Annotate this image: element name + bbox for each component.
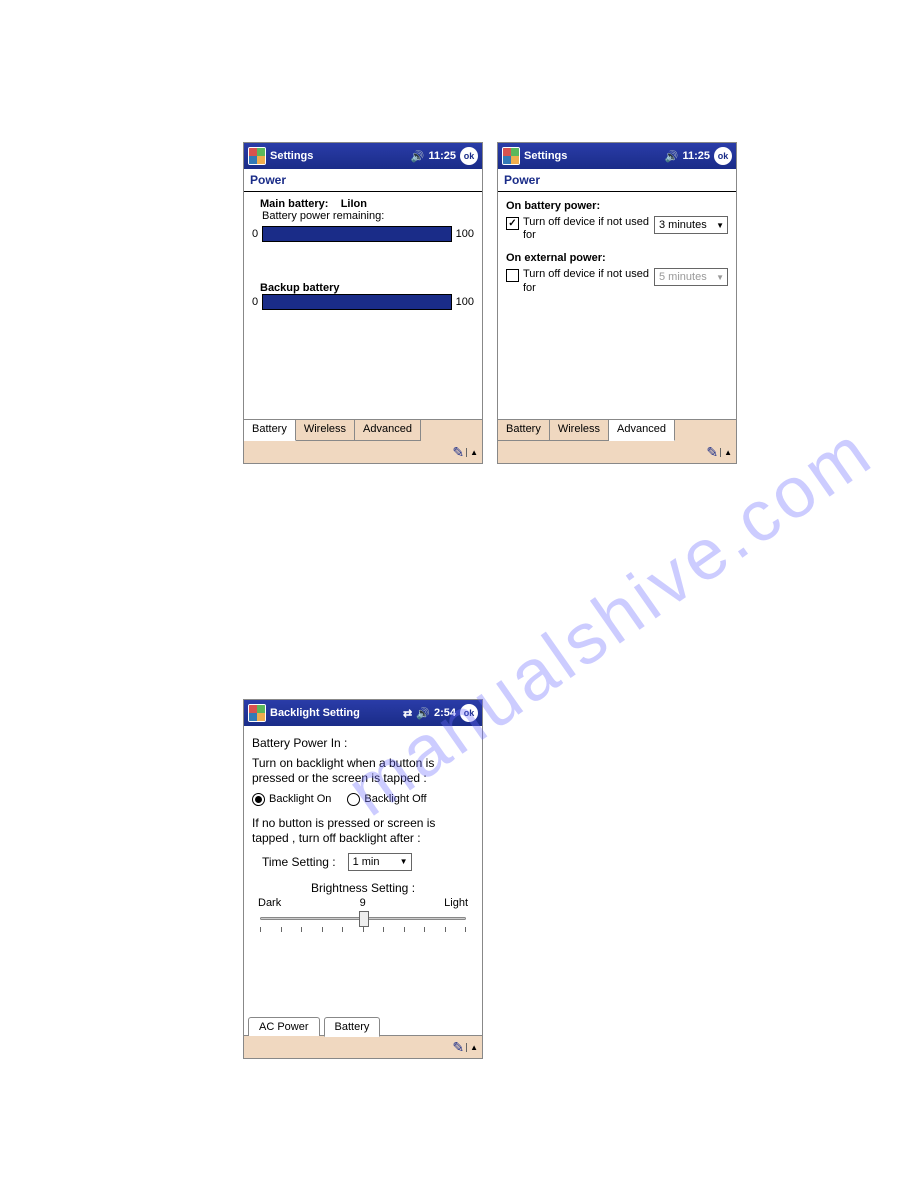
brightness-dark-label: Dark bbox=[258, 897, 281, 909]
sip-bar: ✎ ▲ bbox=[244, 441, 482, 463]
backlight-instruction-1: Turn on backlight when a button is press… bbox=[252, 756, 474, 787]
titlebar-title: Settings bbox=[524, 150, 665, 162]
sip-keyboard-icon[interactable]: ✎ bbox=[452, 1039, 464, 1056]
tab-row: AC Power Battery bbox=[244, 1014, 482, 1036]
brightness-value: 9 bbox=[360, 897, 366, 909]
scale-max: 100 bbox=[456, 296, 474, 308]
on-external-heading: On external power: bbox=[506, 252, 728, 264]
backlight-on-label: Backlight On bbox=[269, 793, 331, 805]
slider-thumb[interactable] bbox=[359, 911, 369, 927]
backup-battery-progress: 0 100 bbox=[252, 294, 474, 310]
titlebar: Settings 11:25 ok bbox=[244, 143, 482, 169]
on-battery-checkbox[interactable] bbox=[506, 217, 519, 230]
page-title: Power bbox=[244, 169, 482, 192]
tab-advanced[interactable]: Advanced bbox=[609, 419, 675, 441]
titlebar: Backlight Setting 2:54 ok bbox=[244, 700, 482, 726]
slider-ticks bbox=[260, 927, 466, 932]
battery-power-in-heading: Battery Power In : bbox=[252, 736, 474, 752]
speaker-icon[interactable] bbox=[416, 707, 430, 720]
brightness-slider[interactable] bbox=[260, 911, 466, 941]
ok-button[interactable]: ok bbox=[460, 704, 478, 722]
ok-button[interactable]: ok bbox=[460, 147, 478, 165]
page-title: Power bbox=[498, 169, 736, 192]
remaining-label: Battery power remaining: bbox=[262, 210, 474, 222]
time-setting-label: Time Setting : bbox=[262, 855, 336, 869]
start-flag-icon[interactable] bbox=[502, 147, 520, 165]
backup-battery-bar bbox=[262, 294, 452, 310]
main-battery-label: Main battery: bbox=[260, 198, 328, 210]
titlebar: Settings 11:25 ok bbox=[498, 143, 736, 169]
clock-time[interactable]: 11:25 bbox=[428, 150, 456, 162]
on-battery-heading: On battery power: bbox=[506, 200, 728, 212]
sip-menu-up-icon[interactable]: ▲ bbox=[720, 448, 732, 457]
backlight-instruction-2: If no button is pressed or screen is tap… bbox=[252, 816, 474, 847]
sip-keyboard-icon[interactable]: ✎ bbox=[452, 444, 464, 461]
power-battery-screen: Settings 11:25 ok Power Main battery: Li… bbox=[243, 142, 483, 464]
ok-button[interactable]: ok bbox=[714, 147, 732, 165]
tab-battery[interactable]: Battery bbox=[244, 419, 296, 441]
speaker-icon[interactable] bbox=[665, 150, 679, 163]
connectivity-icon[interactable] bbox=[403, 707, 412, 720]
backlight-on-radio[interactable] bbox=[252, 793, 265, 806]
time-setting-dropdown[interactable]: 1 min bbox=[348, 853, 412, 871]
clock-time[interactable]: 2:54 bbox=[434, 707, 456, 719]
backlight-off-radio[interactable] bbox=[347, 793, 360, 806]
power-advanced-screen: Settings 11:25 ok Power On battery power… bbox=[497, 142, 737, 464]
scale-min: 0 bbox=[252, 228, 258, 240]
scale-max: 100 bbox=[456, 228, 474, 240]
tab-battery[interactable]: Battery bbox=[324, 1017, 381, 1037]
tab-ac-power[interactable]: AC Power bbox=[248, 1017, 320, 1036]
tab-battery[interactable]: Battery bbox=[498, 419, 550, 441]
main-battery-bar bbox=[262, 226, 452, 242]
on-external-check-label: Turn off device if not used for bbox=[523, 268, 650, 294]
on-external-checkbox[interactable] bbox=[506, 269, 519, 282]
tab-wireless[interactable]: Wireless bbox=[296, 419, 355, 441]
on-battery-timeout-dropdown[interactable]: 3 minutes bbox=[654, 216, 728, 234]
tab-advanced[interactable]: Advanced bbox=[355, 419, 421, 441]
sip-keyboard-icon[interactable]: ✎ bbox=[706, 444, 718, 461]
brightness-light-label: Light bbox=[444, 897, 468, 909]
backlight-setting-screen: Backlight Setting 2:54 ok Battery Power … bbox=[243, 699, 483, 1059]
clock-time[interactable]: 11:25 bbox=[682, 150, 710, 162]
tab-row: Battery Wireless Advanced bbox=[498, 419, 736, 441]
speaker-icon[interactable] bbox=[411, 150, 425, 163]
on-battery-check-label: Turn off device if not used for bbox=[523, 216, 650, 242]
main-battery-progress: 0 100 bbox=[252, 226, 474, 242]
sip-menu-up-icon[interactable]: ▲ bbox=[466, 1043, 478, 1052]
backup-battery-label: Backup battery bbox=[260, 282, 474, 294]
main-battery-type: LiIon bbox=[341, 198, 367, 210]
sip-menu-up-icon[interactable]: ▲ bbox=[466, 448, 478, 457]
titlebar-title: Backlight Setting bbox=[270, 707, 403, 719]
sip-bar: ✎ ▲ bbox=[244, 1036, 482, 1058]
tab-wireless[interactable]: Wireless bbox=[550, 419, 609, 441]
backlight-off-label: Backlight Off bbox=[364, 793, 426, 805]
start-flag-icon[interactable] bbox=[248, 147, 266, 165]
sip-bar: ✎ ▲ bbox=[498, 441, 736, 463]
brightness-setting-label: Brightness Setting : bbox=[252, 881, 474, 895]
on-external-timeout-dropdown: 5 minutes bbox=[654, 268, 728, 286]
scale-min: 0 bbox=[252, 296, 258, 308]
start-flag-icon[interactable] bbox=[248, 704, 266, 722]
titlebar-title: Settings bbox=[270, 150, 411, 162]
tab-row: Battery Wireless Advanced bbox=[244, 419, 482, 441]
